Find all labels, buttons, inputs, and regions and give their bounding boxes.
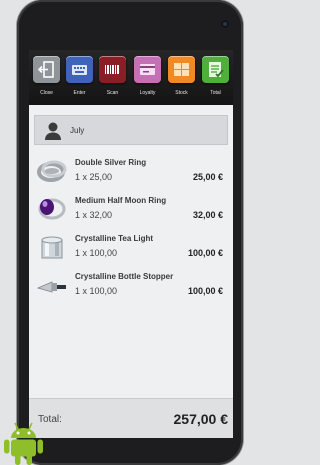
warehouse-icon [168, 56, 195, 83]
pos-screen: Close Enter Scan Loyalty Stock Total Jul… [29, 50, 233, 438]
item-name: Double Silver Ring [75, 158, 147, 167]
scan-label: Scan [106, 90, 119, 96]
enter-button[interactable]: Enter [66, 56, 93, 104]
item-total: 32,00 € [192, 210, 223, 220]
customer-selector[interactable]: July [34, 115, 228, 145]
item-total: 100,00 € [187, 248, 223, 258]
item-qty-price: 1 x 100,00 [75, 286, 118, 296]
barcode-icon [99, 56, 126, 83]
customer-name: July [70, 126, 85, 135]
stock-button[interactable]: Stock [168, 56, 195, 104]
cart-list: Double Silver Ring 1 x 25,00 25,00 € Med… [34, 154, 228, 306]
item-name: Medium Half Moon Ring [75, 196, 167, 205]
bottle-stopper-icon [36, 281, 66, 293]
item-qty-price: 1 x 100,00 [75, 248, 118, 258]
card-icon [134, 56, 161, 83]
total-label: Total [210, 90, 221, 96]
item-qty-price: 1 x 32,00 [75, 210, 113, 220]
gem-ring-icon [38, 198, 66, 220]
camera-icon [221, 20, 229, 28]
toolbar: Close Enter Scan Loyalty Stock Total [29, 50, 233, 105]
close-button[interactable]: Close [33, 56, 60, 104]
item-qty-price: 1 x 25,00 [75, 172, 113, 182]
keyboard-icon [66, 56, 93, 83]
loyalty-button[interactable]: Loyalty [134, 56, 161, 104]
item-name: Crystalline Bottle Stopper [75, 272, 174, 281]
loyalty-label: Loyalty [139, 90, 156, 96]
checklist-icon [202, 56, 229, 83]
item-total: 100,00 € [187, 286, 223, 296]
silver-ring-icon [37, 160, 67, 182]
tea-light-icon [41, 236, 63, 259]
person-icon [45, 122, 61, 140]
close-label: Close [40, 90, 53, 96]
item-total: 25,00 € [192, 172, 223, 182]
total-button[interactable]: Total [202, 56, 229, 104]
list-item[interactable]: Crystalline Tea Light 1 x 100,00 100,00 … [34, 230, 228, 268]
scan-button[interactable]: Scan [99, 56, 126, 104]
list-item[interactable]: Crystalline Bottle Stopper 1 x 100,00 10… [34, 268, 228, 306]
stock-label: Stock [175, 90, 188, 96]
exit-icon [33, 56, 60, 83]
list-item[interactable]: Medium Half Moon Ring 1 x 32,00 32,00 € [34, 192, 228, 230]
list-item[interactable]: Double Silver Ring 1 x 25,00 25,00 € [34, 154, 228, 192]
android-logo-icon [4, 422, 43, 465]
item-name: Crystalline Tea Light [75, 234, 154, 243]
total-amount: 257,00 € [173, 411, 229, 427]
enter-label: Enter [73, 90, 86, 96]
total-bar: Total: 257,00 € [29, 398, 233, 438]
